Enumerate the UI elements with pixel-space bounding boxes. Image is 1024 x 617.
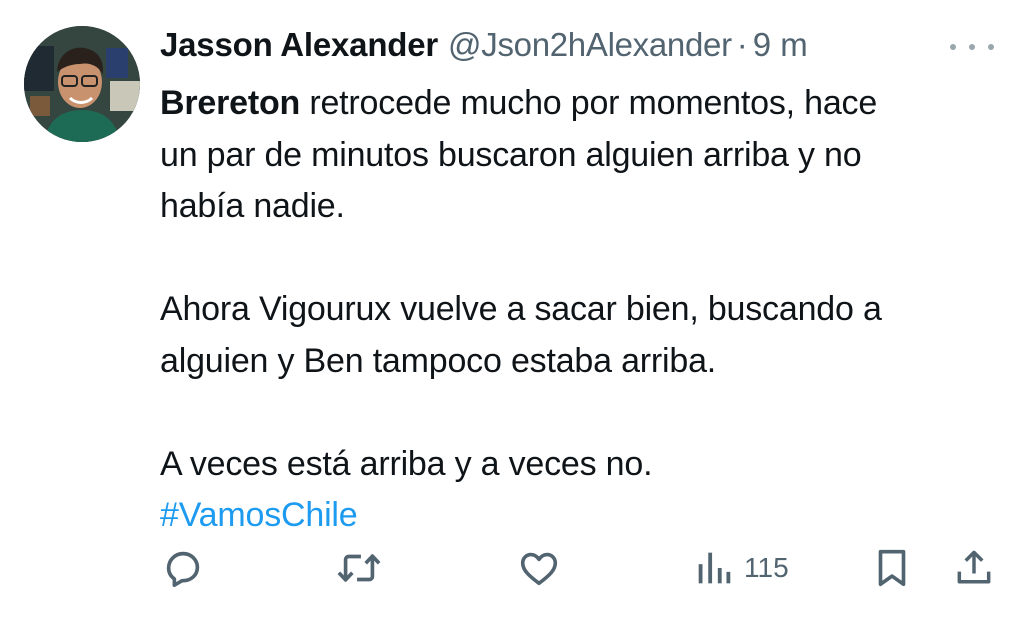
bookmark-icon [878,549,906,587]
retweet-icon [337,554,381,582]
tweet: Jasson Alexander @Json2hAlexander · 9 m … [0,0,1024,617]
timestamp[interactable]: 9 m [753,26,808,64]
retweet-button[interactable] [334,540,384,596]
tweet-line: alguien y Ben tampoco estaba arriba. [160,341,717,380]
views-count: 115 [744,552,789,583]
tweet-line: A veces está arriba y a veces no. [160,444,653,483]
reply-icon [166,551,200,588]
views-icon [698,552,731,584]
avatar[interactable] [24,26,140,142]
like-button[interactable] [516,540,562,596]
reply-button[interactable] [160,540,206,596]
tweet-text: Brereton retrocede mucho por momentos, h… [160,78,1010,542]
share-icon [957,550,991,584]
author-handle[interactable]: @Json2hAlexander [448,26,732,64]
more-options-icon[interactable] [950,32,994,62]
share-button[interactable] [952,540,996,596]
action-bar: 115 [0,540,1024,600]
author-name[interactable]: Jasson Alexander [160,26,438,64]
separator-dot: · [736,26,748,63]
tweet-line: Brereton retrocede mucho por momentos, h… [160,78,1010,130]
tweet-line: Ahora Vigourux vuelve a sacar bien, busc… [160,290,882,328]
mention-bold: Brereton [160,84,301,122]
bookmark-button[interactable] [872,540,912,596]
views-button[interactable]: 115 [696,540,789,596]
tweet-line: un par de minutos buscaron alguien arrib… [160,135,862,174]
like-icon [520,552,558,586]
tweet-header: Jasson Alexander @Json2hAlexander · 9 m [160,22,1004,68]
hashtag-link[interactable]: #VamosChile [160,496,358,534]
tweet-line: había nadie. [160,187,345,225]
tweet-line-text: retrocede mucho por momentos, hace [300,84,878,122]
